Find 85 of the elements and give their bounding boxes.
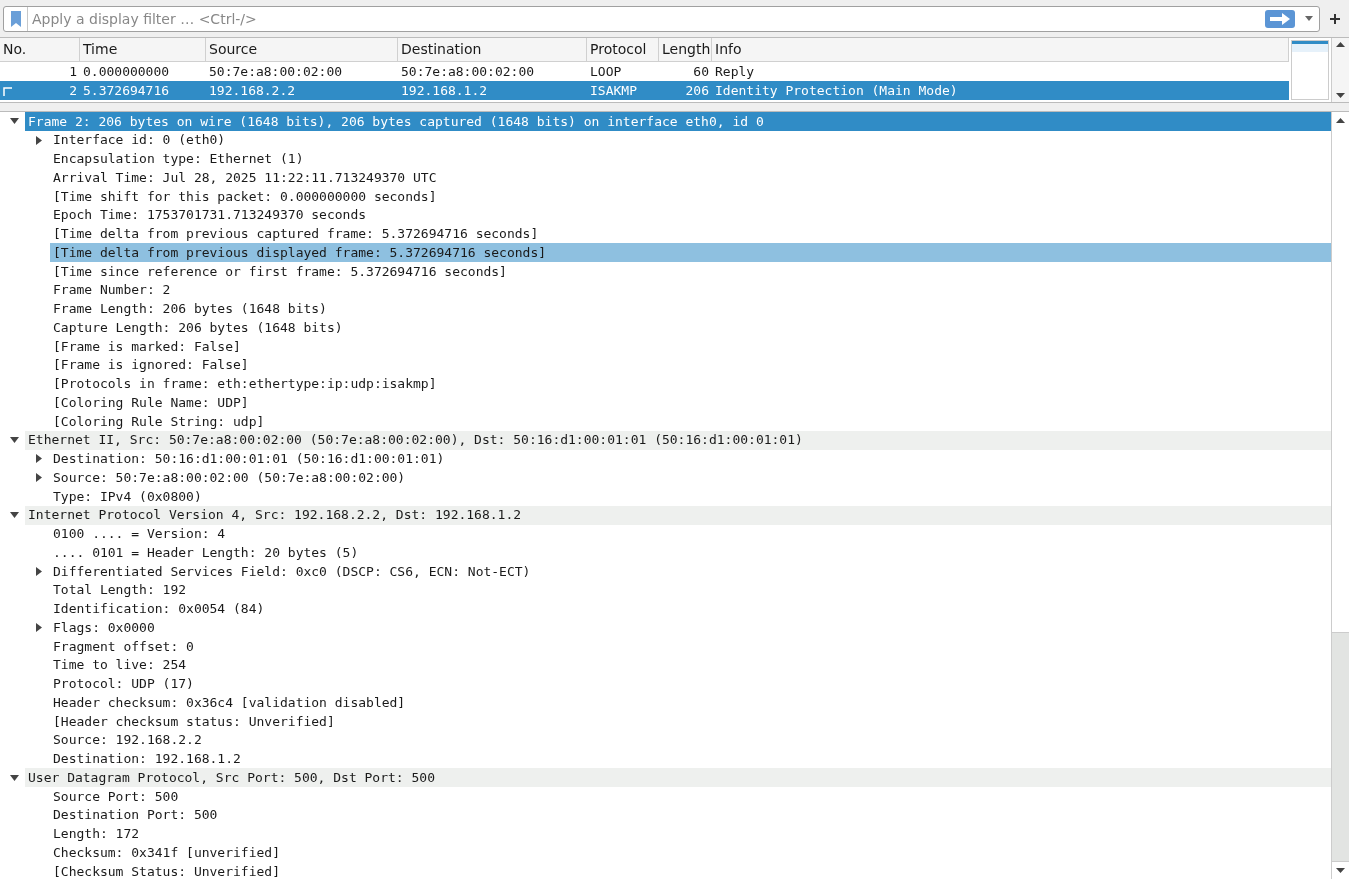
column-header[interactable]: Info xyxy=(712,38,1289,61)
tree-row[interactable]: Total Length: 192 xyxy=(50,580,1331,600)
tree-row[interactable]: 0100 .... = Version: 4 xyxy=(50,524,1331,544)
packet-cell-text: 192.168.1.2 xyxy=(401,81,488,100)
tree-row[interactable]: Protocol: UDP (17) xyxy=(50,674,1331,694)
scroll-up-icon[interactable] xyxy=(1336,42,1345,47)
column-header[interactable]: Length xyxy=(659,38,712,61)
packet-cell-text: 5.372694716 xyxy=(83,81,170,100)
tree-row[interactable]: Internet Protocol Version 4, Src: 192.168.2.2, Dst: 192.168.1.2 xyxy=(25,505,1331,525)
expanded-arrow-icon[interactable] xyxy=(9,437,19,444)
tree-row[interactable]: Time to live: 254 xyxy=(50,655,1331,675)
scrollbar-thumb[interactable] xyxy=(1332,632,1349,862)
packet-cell-text: 192.168.2.2 xyxy=(209,81,296,100)
collapsed-arrow-icon[interactable] xyxy=(36,454,42,464)
tree-row[interactable]: Capture Length: 206 bytes (1648 bits) xyxy=(50,318,1331,337)
tree-row[interactable]: Source: 192.168.2.2 xyxy=(50,730,1331,750)
packet-cell-text: 206 xyxy=(685,81,709,100)
packet-row[interactable]: 2 5.372694716 192.168.2.2 192.168.1.2 ISAKMP 206 Identity Protection (Main Mode) xyxy=(0,81,1289,100)
tree-row[interactable]: Arrival Time: Jul 28, 2025 11:22:11.713249370 UTC xyxy=(50,168,1331,187)
column-header[interactable]: Destination xyxy=(398,38,587,61)
packet-cell-text: ISAKMP xyxy=(590,81,637,100)
packet-cell-text: 0.000000000 xyxy=(83,62,170,81)
column-header[interactable]: Source xyxy=(206,38,398,61)
tree-row[interactable]: [Coloring Rule Name: UDP] xyxy=(50,393,1331,412)
tree-row[interactable]: Interface id: 0 (eth0) xyxy=(50,130,1331,150)
collapsed-arrow-icon[interactable] xyxy=(36,566,42,576)
tree-row[interactable]: Differentiated Services Field: 0xc0 (DSCP: CS6, ECN: Not-ECT) xyxy=(50,562,1331,581)
tree-row[interactable]: [Coloring Rule String: udp] xyxy=(50,412,1331,431)
collapsed-arrow-icon[interactable] xyxy=(36,473,42,483)
tree-row[interactable]: Encapsulation type: Ethernet (1) xyxy=(50,149,1331,169)
tree-row[interactable]: Identification: 0x0054 (84) xyxy=(50,599,1331,619)
expanded-arrow-icon[interactable] xyxy=(9,774,19,781)
tree-row[interactable]: Epoch Time: 1753701731.713249370 seconds xyxy=(50,205,1331,225)
scroll-down-icon[interactable] xyxy=(1336,93,1345,98)
bookmark-icon[interactable] xyxy=(10,10,21,27)
tree-row[interactable]: Length: 172 xyxy=(50,824,1331,844)
tree-row[interactable]: .... 0101 = Header Length: 20 bytes (5) xyxy=(50,543,1331,562)
plus-icon[interactable] xyxy=(1330,13,1340,24)
tree-row[interactable]: Destination: 50:16:d1:00:01:01 (50:16:d1:00:01:01) xyxy=(50,449,1331,469)
tree-row[interactable]: Fragment offset: 0 xyxy=(50,637,1331,656)
column-header[interactable]: No. xyxy=(0,38,80,61)
packet-cell-text: 2 xyxy=(69,81,77,100)
tree-row[interactable]: Frame 2: 206 bytes on wire (1648 bits), 206 bytes captured (1648 bits) on interface eth0, id 0 xyxy=(25,112,1331,131)
tree-row[interactable]: Destination: 192.168.1.2 xyxy=(50,749,1331,769)
column-header[interactable]: Protocol xyxy=(587,38,659,61)
packet-cell-text: 50:7e:a8:00:02:00 xyxy=(209,62,343,81)
tree-row[interactable]: Header checksum: 0x36c4 [validation disabled] xyxy=(50,693,1331,712)
minimap-drawing xyxy=(1291,40,1329,100)
packet-cell-text: Reply xyxy=(715,62,755,81)
tree-row[interactable]: Checksum: 0x341f [unverified] xyxy=(50,843,1331,862)
packet-row[interactable]: 1 0.000000000 50:7e:a8:00:02:00 50:7e:a8:00:02:00 LOOP 60 Reply xyxy=(0,62,1289,81)
column-header[interactable]: Time xyxy=(80,38,206,61)
caret-icon[interactable] xyxy=(1305,16,1313,21)
tree-row[interactable]: Flags: 0x0000 xyxy=(50,618,1331,637)
tree-row[interactable]: [Frame is marked: False] xyxy=(50,337,1331,356)
scrollbar[interactable] xyxy=(1331,112,1349,879)
packet-cell-text: 1 xyxy=(69,62,77,81)
tree-row[interactable]: Destination Port: 500 xyxy=(50,805,1331,825)
tree-row[interactable]: [Time delta from previous displayed frame: 5.372694716 seconds] xyxy=(50,243,1331,262)
expanded-arrow-icon[interactable] xyxy=(9,512,19,519)
expanded-arrow-icon[interactable] xyxy=(9,118,19,125)
tree-row[interactable]: [Time delta from previous captured frame: 5.372694716 seconds] xyxy=(50,224,1331,244)
tree-row[interactable]: Type: IPv4 (0x0800) xyxy=(50,487,1331,506)
packet-cell-text: LOOP xyxy=(590,62,622,81)
tree-row[interactable]: User Datagram Protocol, Src Port: 500, Dst Port: 500 xyxy=(25,768,1331,787)
tree-row[interactable]: Frame Length: 206 bytes (1648 bits) xyxy=(50,299,1331,319)
tree-row[interactable]: [Header checksum status: Unverified] xyxy=(50,712,1331,731)
arrow-right-icon[interactable] xyxy=(1265,9,1295,28)
tree-row[interactable]: [Checksum Status: Unverified] xyxy=(50,862,1331,879)
tree-row[interactable]: [Time shift for this packet: 0.000000000 seconds] xyxy=(50,187,1331,206)
packet-cell-text: 60 xyxy=(693,62,709,81)
tree-row[interactable]: [Protocols in frame: eth:ethertype:ip:udp:isakmp] xyxy=(50,374,1331,394)
collapsed-arrow-icon[interactable] xyxy=(36,135,42,145)
tree-row[interactable]: Frame Number: 2 xyxy=(50,280,1331,300)
collapsed-arrow-icon[interactable] xyxy=(36,623,42,633)
tree-row[interactable]: Source: 50:7e:a8:00:02:00 (50:7e:a8:00:02:00) xyxy=(50,468,1331,487)
scroll-down-icon[interactable] xyxy=(1336,868,1345,873)
tree-row[interactable]: Source Port: 500 xyxy=(50,787,1331,806)
packet-cell-text: 50:7e:a8:00:02:00 xyxy=(401,62,535,81)
tree-row[interactable]: [Time since reference or first frame: 5.372694716 seconds] xyxy=(50,262,1331,281)
scroll-up-icon[interactable] xyxy=(1336,118,1345,123)
tree-row[interactable]: [Frame is ignored: False] xyxy=(50,355,1331,375)
packet-cell-text: Identity Protection (Main Mode) xyxy=(715,81,958,100)
tree-row[interactable]: Ethernet II, Src: 50:7e:a8:00:02:00 (50:7e:a8:00:02:00), Dst: 50:16:d1:00:01:01 (50:16:d1:00:01:01) xyxy=(25,430,1331,450)
scrollbar[interactable] xyxy=(1331,38,1349,102)
